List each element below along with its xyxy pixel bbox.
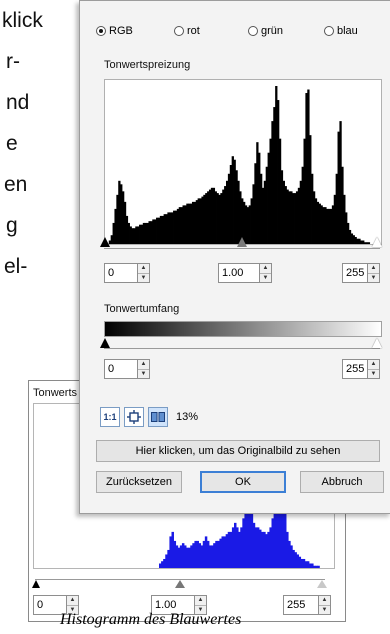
blue-black-point-handle[interactable] — [32, 580, 40, 588]
histogram-chart — [108, 86, 371, 244]
spreizung-min-stepper[interactable]: ▲ ▼ — [138, 263, 150, 283]
radio-indicator[interactable] — [96, 26, 106, 36]
radio-blau[interactable]: blau — [324, 25, 358, 37]
radio-label: grün — [261, 25, 284, 37]
down-arrow-icon[interactable]: ▼ — [368, 368, 379, 379]
ok-button[interactable]: OK — [200, 471, 286, 493]
tonwertumfang-label: Tonwertumfang — [104, 303, 180, 315]
spreizung-mid-stepper[interactable]: ▲ ▼ — [260, 263, 272, 283]
histogram-bar — [317, 565, 320, 568]
reset-button[interactable]: Zurücksetzen — [96, 471, 182, 493]
document-line: nd — [6, 91, 30, 114]
radio-label: RGB — [109, 25, 133, 37]
cancel-button[interactable]: Abbruch — [300, 471, 384, 493]
black-point-handle[interactable] — [100, 237, 110, 247]
document-line: g — [6, 214, 18, 237]
white-point-handle[interactable] — [372, 237, 382, 247]
blue-midtone-handle[interactable] — [175, 580, 185, 588]
tonwert-dialog: RGB rot grün blau Tonwertspreizung ▲▼ ▲▼… — [79, 0, 390, 514]
up-arrow-icon[interactable]: ▲ — [195, 596, 206, 605]
radio-gruen[interactable]: grün — [248, 25, 283, 37]
figure-caption: Histogramm des Blauwertes — [60, 611, 242, 628]
spreizung-mid-input[interactable] — [218, 263, 260, 283]
umfang-min-stepper[interactable]: ▲ ▼ — [138, 359, 150, 379]
zoom-1to1-label: 1:1 — [103, 412, 117, 422]
up-arrow-icon[interactable]: ▲ — [138, 360, 149, 369]
blue-max-input[interactable] — [283, 595, 319, 615]
umfang-black-handle[interactable] — [100, 338, 110, 348]
blue-max-spinner[interactable]: ▲▼ — [283, 595, 331, 615]
radio-label: blau — [337, 25, 358, 37]
umfang-min-spinner[interactable]: ▲▼ — [104, 359, 150, 379]
radio-indicator[interactable] — [324, 26, 334, 36]
zoom-1to1-button[interactable]: 1:1 — [100, 407, 120, 427]
fit-to-window-button[interactable] — [124, 407, 144, 427]
up-arrow-icon[interactable]: ▲ — [368, 360, 379, 369]
radio-indicator[interactable] — [248, 26, 258, 36]
fit-window-icon — [127, 410, 141, 424]
tonwertspreizung-label: Tonwertspreizung — [104, 59, 191, 71]
midtone-handle[interactable] — [237, 237, 247, 247]
down-arrow-icon[interactable]: ▼ — [138, 368, 149, 379]
down-arrow-icon[interactable]: ▼ — [138, 272, 149, 283]
histogram-bar — [367, 242, 371, 244]
spreizung-max-stepper[interactable]: ▲ ▼ — [368, 263, 380, 283]
spreizung-max-spinner[interactable]: ▲▼ — [342, 263, 380, 283]
blue-max-stepper[interactable]: ▲ ▼ — [319, 595, 331, 615]
blue-white-point-handle[interactable] — [317, 580, 327, 588]
channel-radio-group: RGB rot grün blau — [96, 25, 386, 43]
radio-label: rot — [187, 25, 200, 37]
umfang-max-input[interactable] — [342, 359, 368, 379]
up-arrow-icon[interactable]: ▲ — [138, 264, 149, 273]
document-line: klick — [2, 9, 43, 32]
up-arrow-icon[interactable]: ▲ — [368, 264, 379, 273]
spreizung-min-spinner[interactable]: ▲▼ — [104, 263, 150, 283]
radio-rot[interactable]: rot — [174, 25, 200, 37]
spreizung-slider-track — [104, 248, 380, 249]
radio-indicator[interactable] — [174, 26, 184, 36]
spreizung-min-input[interactable] — [104, 263, 138, 283]
histogram-frame — [104, 79, 382, 245]
umfang-slider-track — [104, 348, 380, 349]
spreizung-max-input[interactable] — [342, 263, 368, 283]
document-line: r- — [6, 50, 20, 73]
down-arrow-icon[interactable]: ▼ — [260, 272, 271, 283]
umfang-white-handle[interactable] — [372, 338, 382, 348]
tonwertspreizung-label-cut: Tonwerts — [33, 387, 78, 399]
umfang-max-spinner[interactable]: ▲▼ — [342, 359, 380, 379]
document-line: el- — [4, 255, 28, 278]
umfang-max-stepper[interactable]: ▲ ▼ — [368, 359, 380, 379]
up-arrow-icon[interactable]: ▲ — [67, 596, 78, 605]
split-preview-button[interactable] — [148, 407, 168, 427]
up-arrow-icon[interactable]: ▲ — [319, 596, 330, 605]
split-preview-icon — [151, 412, 165, 422]
tonwertumfang-gradient — [104, 321, 382, 337]
down-arrow-icon[interactable]: ▼ — [368, 272, 379, 283]
up-arrow-icon[interactable]: ▲ — [260, 264, 271, 273]
down-arrow-icon[interactable]: ▼ — [319, 604, 330, 615]
document-text-fragment: klick r- nd e en g el- — [0, 0, 80, 287]
zoom-percent-label: 13% — [176, 411, 199, 423]
spreizung-mid-spinner[interactable]: ▲▼ — [218, 263, 272, 283]
radio-rgb[interactable]: RGB — [96, 25, 133, 37]
document-line: en — [4, 173, 28, 196]
show-original-button[interactable]: Hier klicken, um das Originalbild zu seh… — [96, 440, 380, 462]
document-line: e — [6, 132, 18, 155]
umfang-min-input[interactable] — [104, 359, 138, 379]
